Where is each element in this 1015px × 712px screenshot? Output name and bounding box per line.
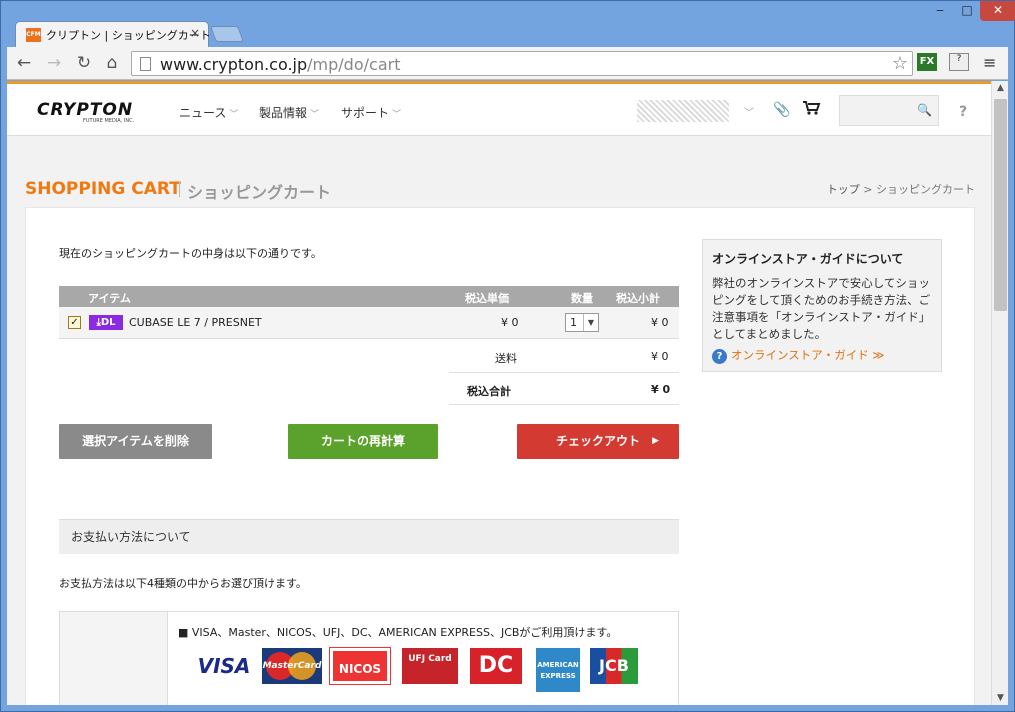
download-badge: ⤓DL (89, 315, 123, 330)
quantity-select[interactable]: 1 ▼ (565, 313, 599, 332)
cards-accepted-text: ■ VISA、Master、NICOS、UFJ、DC、AMERICAN EXPR… (178, 626, 618, 639)
help-icon[interactable]: ? (959, 104, 967, 120)
breadcrumb-current: ショッピングカート (876, 183, 975, 196)
header-subtotal: 税込小計 (616, 292, 660, 305)
visa-logo: VISA (197, 654, 251, 678)
home-icon[interactable]: ⌂ (101, 53, 123, 73)
guide-text: 弊社のオンラインストアで安心してショッピングをして頂くためのお手続き方法、ご注意… (712, 276, 931, 341)
forward-icon[interactable]: → (43, 53, 65, 73)
table-row: ✓ ⤓DL CUBASE LE 7 / PRESNET ¥ 0 1 ▼ ¥ 0 (59, 307, 679, 339)
menu-icon[interactable]: ≡ (983, 53, 996, 72)
arrow-right-icon: ▶ (652, 436, 659, 446)
item-checkbox[interactable]: ✓ (68, 316, 81, 329)
tab-close-icon[interactable]: × (190, 26, 200, 40)
close-window-button[interactable]: ✕ (980, 1, 1015, 21)
page-icon (140, 57, 151, 71)
favicon-icon: CFM (26, 28, 41, 42)
extension-icon[interactable]: ? (949, 53, 969, 71)
total-value: ¥ 0 (651, 383, 671, 396)
title-divider (179, 181, 180, 197)
bookmark-star-icon[interactable]: ☆ (892, 53, 908, 74)
nav-products[interactable]: 製品情報 ﹀ (259, 104, 319, 121)
address-bar[interactable]: www.crypton.co.jp/mp/do/cart ☆ (131, 51, 913, 76)
item-unit-price: ¥ 0 (501, 316, 519, 329)
crypton-logo[interactable]: CRYPTON FUTURE MEDIA, INC. (37, 100, 134, 124)
back-icon[interactable]: ← (13, 53, 35, 73)
shipping-label: 送料 (495, 352, 517, 365)
scroll-down-icon[interactable]: ▼ (992, 693, 1009, 703)
guide-title: オンラインストア・ガイドについて (712, 252, 904, 266)
minimize-button[interactable]: ‒ (926, 1, 954, 21)
item-name[interactable]: CUBASE LE 7 / PRESNET (129, 316, 262, 329)
amex-logo: AMERICAN EXPRESS (536, 648, 580, 692)
ufj-card-logo: UFJ Card (402, 648, 458, 684)
cart-panel: 現在のショッピングカートの中身は以下の通りです。 アイテム 税込単価 数量 税込… (25, 207, 975, 705)
item-subtotal: ¥ 0 (651, 316, 669, 329)
shipping-value: ¥ 0 (651, 350, 669, 363)
payment-heading: お支払い方法について (59, 519, 679, 554)
jcb-logo: JCB (590, 648, 638, 684)
cart-icon[interactable] (803, 101, 821, 115)
user-account-name[interactable] (637, 100, 729, 122)
checkout-button[interactable]: チェックアウト ▶ (517, 424, 679, 459)
vertical-scrollbar[interactable]: ▲ ▼ (991, 81, 1008, 705)
site-search-input[interactable]: 🔍 (839, 95, 939, 126)
scroll-up-icon[interactable]: ▲ (992, 83, 1009, 93)
header-qty: 数量 (571, 292, 593, 305)
cart-intro-text: 現在のショッピングカートの中身は以下の通りです。 (59, 247, 322, 260)
paperclip-icon[interactable]: 📎 (773, 102, 790, 118)
payment-description: お支払方法は以下4種類の中からお選び頂けます。 (59, 577, 307, 590)
tab-title: クリプトン | ショッピングカート (46, 29, 211, 42)
total-label: 税込合計 (467, 385, 511, 398)
fx-extension-icon[interactable]: FX (917, 53, 937, 71)
payment-box: ■ VISA、Master、NICOS、UFJ、DC、AMERICAN EXPR… (59, 611, 679, 705)
reload-icon[interactable]: ↻ (73, 53, 95, 73)
store-guide-box: オンラインストア・ガイドについて 弊社のオンラインストアで安心してショッピングを… (702, 239, 942, 372)
payment-method-cell (60, 612, 168, 705)
shipping-row: 送料 ¥ 0 (449, 339, 679, 373)
scroll-thumb[interactable] (994, 99, 1007, 311)
help-circle-icon: ? (712, 349, 727, 364)
breadcrumb: トップ > ショッピングカート (826, 183, 975, 196)
guide-link[interactable]: ? オンラインストア・ガイド ≫ (712, 347, 884, 364)
site-header: CRYPTON FUTURE MEDIA, INC. ニュース ﹀ 製品情報 ﹀ サポ… (7, 84, 991, 136)
cart-table-header: アイテム 税込単価 数量 税込小計 (59, 286, 679, 307)
maximize-button[interactable]: □ (954, 1, 980, 21)
chevron-down-icon: ▼ (583, 314, 598, 331)
nicos-logo: NICOS (330, 648, 390, 684)
header-item: アイテム (88, 292, 131, 305)
header-unit-price: 税込単価 (465, 292, 509, 305)
chevron-down-icon[interactable]: ﹀ (744, 104, 754, 119)
nav-support[interactable]: サポート ﹀ (341, 104, 401, 121)
page-viewport: CRYPTON FUTURE MEDIA, INC. ニュース ﹀ 製品情報 ﹀ サポ… (7, 81, 991, 705)
browser-tab[interactable]: CFM クリプトン | ショッピングカート × (15, 21, 211, 47)
new-tab-button[interactable] (210, 26, 244, 42)
dc-logo: DC (470, 648, 522, 684)
browser-toolbar: ← → ↻ ⌂ www.crypton.co.jp/mp/do/cart ☆ F… (7, 47, 1008, 80)
url-text: www.crypton.co.jp/mp/do/cart (160, 55, 401, 74)
page-subtitle: ショッピングカート (187, 183, 332, 202)
total-row: 税込合計 ¥ 0 (449, 373, 679, 405)
delete-selected-button[interactable]: 選択アイテムを削除 (59, 424, 212, 459)
page-title: SHOPPING CART (25, 179, 181, 199)
breadcrumb-home[interactable]: トップ (827, 183, 860, 196)
tab-strip: CFM クリプトン | ショッピングカート × ‒ □ ✕ (1, 1, 1015, 47)
nav-news[interactable]: ニュース ﹀ (179, 104, 238, 121)
browser-window: CFM クリプトン | ショッピングカート × ‒ □ ✕ ← → ↻ ⌂ ww… (0, 0, 1015, 712)
search-icon[interactable]: 🔍 (917, 103, 932, 117)
mastercard-logo: MasterCard (262, 648, 322, 684)
recalculate-button[interactable]: カートの再計算 (288, 424, 438, 459)
